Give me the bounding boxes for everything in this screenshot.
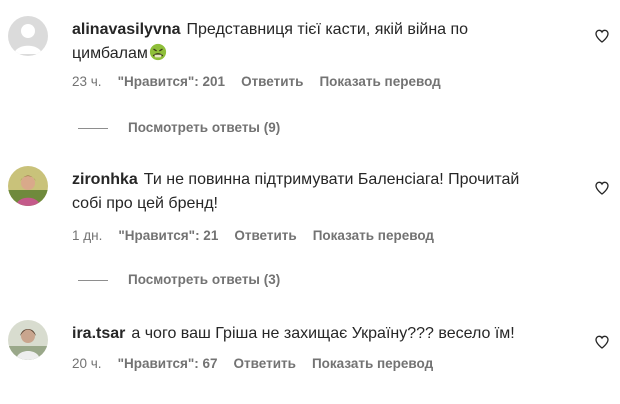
likes-count[interactable]: "Нравится": 201 — [118, 74, 226, 89]
show-translation-button[interactable]: Показать перевод — [313, 228, 434, 243]
comment-text: а чого ваш Гріша не захищає Україну??? в… — [131, 325, 515, 342]
comment-text-line: zironhka Ти не повинна підтримувати Бален… — [72, 168, 582, 192]
comment-meta: 1 дн. "Нравится": 21 Ответить Показать пере… — [72, 228, 450, 243]
comment-meta: 23 ч. "Нравится": 201 Ответить Показать пер… — [72, 74, 457, 89]
view-replies-label: Посмотреть ответы (3) — [128, 272, 281, 287]
show-translation-button[interactable]: Показать перевод — [319, 74, 440, 89]
likes-count[interactable]: "Нравится": 67 — [118, 356, 218, 371]
view-replies-button[interactable]: Посмотреть ответы (3) — [78, 272, 280, 287]
likes-count[interactable]: "Нравится": 21 — [118, 228, 218, 243]
replies-divider-line — [78, 127, 108, 129]
comment-item: zironhka Ти не повинна підтримувати Бален… — [0, 140, 620, 290]
user-photo-avatar-icon — [8, 320, 48, 360]
avatar[interactable] — [8, 16, 48, 56]
comment-body: zironhka Ти не повинна підтримувати Бален… — [72, 168, 582, 216]
avatar[interactable] — [8, 166, 48, 206]
default-avatar-icon — [8, 16, 48, 56]
comment-body: ira.tsar а чого ваш Гріша не захищає Укра… — [72, 322, 582, 346]
heart-outline-icon[interactable] — [594, 180, 610, 196]
view-replies-button[interactable]: Посмотреть ответы (9) — [78, 120, 280, 135]
username[interactable]: alinavasilyvna — [72, 21, 181, 38]
comment-text-line: собі про цей бренд! — [72, 192, 582, 216]
comment-time: 1 дн. — [72, 228, 103, 243]
comment-time: 23 ч. — [72, 74, 102, 89]
comment-meta: 20 ч. "Нравится": 67 Ответить Показать пере… — [72, 356, 449, 371]
replies-divider-line — [78, 279, 108, 281]
comment-text: собі про цей бренд! — [72, 195, 218, 212]
reply-button[interactable]: Ответить — [241, 74, 303, 89]
comment-item: ira.tsar а чого ваш Гріша не захищає Укра… — [0, 300, 620, 400]
view-replies-label: Посмотреть ответы (9) — [128, 120, 281, 135]
avatar[interactable] — [8, 320, 48, 360]
heart-outline-icon[interactable] — [594, 334, 610, 350]
comment-text: Ти не повинна підтримувати Баленсіага! П… — [143, 171, 520, 188]
reply-button[interactable]: Ответить — [234, 356, 296, 371]
reply-button[interactable]: Ответить — [234, 228, 296, 243]
comment-text: Представниця тієї касти, якій війна по — [186, 21, 469, 38]
username[interactable]: ira.tsar — [72, 325, 125, 342]
comment-body: alinavasilyvna Представниця тієї касти, я… — [72, 18, 582, 66]
comment-text-line: alinavasilyvna Представниця тієї касти, я… — [72, 18, 582, 42]
user-photo-avatar-icon — [8, 166, 48, 206]
comment-text-line: ira.tsar а чого ваш Гріша не захищає Укра… — [72, 322, 582, 346]
comment-item: alinavasilyvna Представниця тієї касти, я… — [0, 0, 620, 140]
nauseated-face-emoji-icon — [149, 43, 166, 61]
comment-text: цимбалам — [72, 45, 148, 62]
username[interactable]: zironhka — [72, 171, 138, 188]
heart-outline-icon[interactable] — [594, 28, 610, 44]
comment-time: 20 ч. — [72, 356, 102, 371]
comment-text-line: цимбалам — [72, 42, 582, 66]
show-translation-button[interactable]: Показать перевод — [312, 356, 433, 371]
